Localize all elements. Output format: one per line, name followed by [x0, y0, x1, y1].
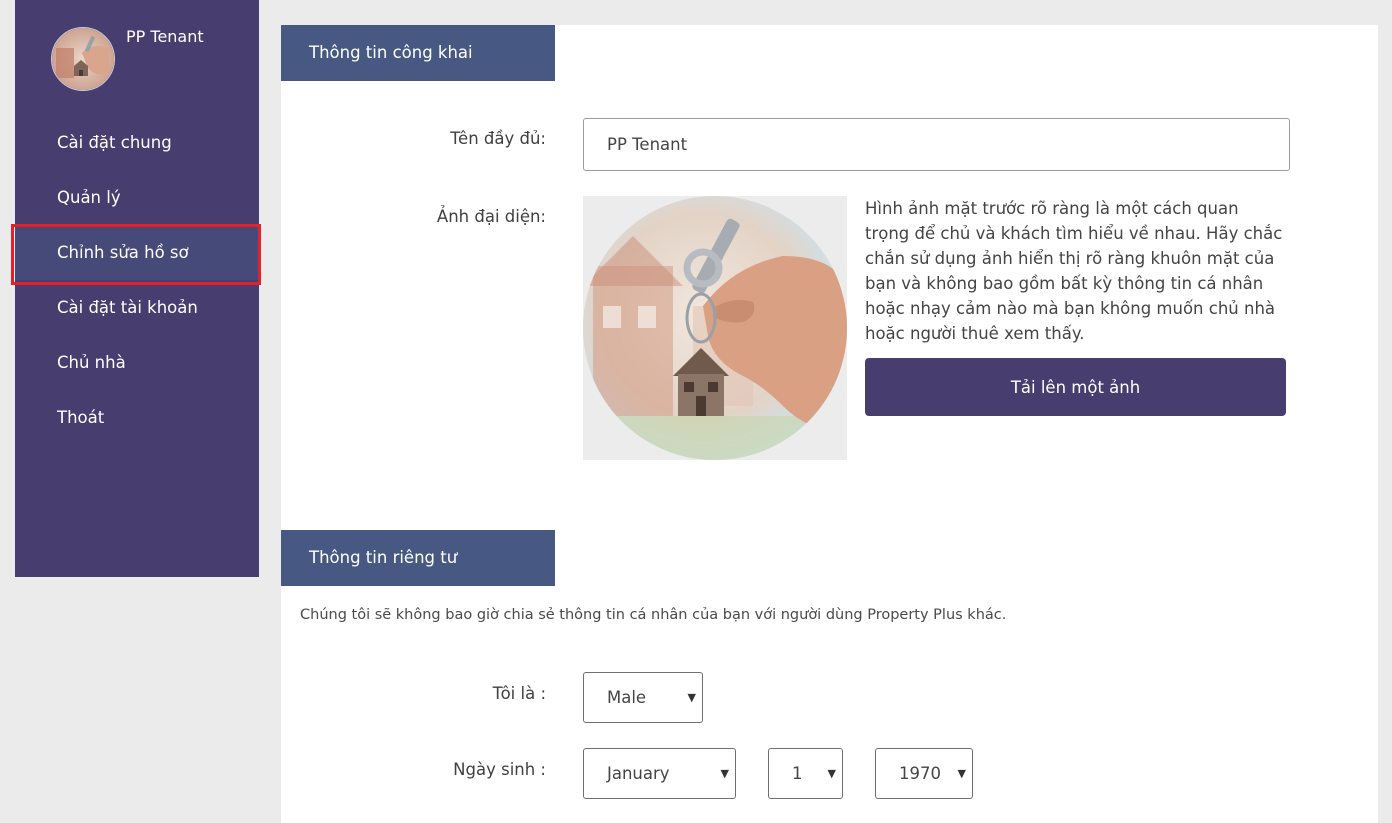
chevron-down-icon: ▼ [720, 767, 729, 780]
sidebar-item-logout[interactable]: Thoát [15, 390, 259, 445]
sidebar-item-edit-profile[interactable]: Chỉnh sửa hồ sơ [15, 225, 259, 280]
birth-day-select[interactable]: 1 ▼ [768, 748, 843, 799]
main-panel: Thông tin công khai Tên đầy đủ: Ảnh đại … [281, 25, 1378, 823]
sidebar: PP Tenant Cài đặt chung Quản lý Chỉnh sử… [15, 0, 259, 577]
avatar[interactable] [51, 27, 115, 91]
sidebar-item-general-settings[interactable]: Cài đặt chung [15, 115, 259, 170]
private-info-tab: Thông tin riêng tư [281, 530, 555, 586]
user-name: PP Tenant [126, 27, 204, 46]
sidebar-item-manage[interactable]: Quản lý [15, 170, 259, 225]
birth-month-select[interactable]: January ▼ [583, 748, 736, 799]
avatar-label: Ảnh đại diện: [436, 207, 546, 226]
chevron-down-icon: ▼ [957, 767, 966, 780]
privacy-note: Chúng tôi sẽ không bao giờ chia sẻ thông… [300, 607, 1007, 623]
sidebar-item-account-settings[interactable]: Cài đặt tài khoản [15, 280, 259, 335]
sidebar-nav: Cài đặt chung Quản lý Chỉnh sửa hồ sơ Cà… [15, 115, 259, 445]
gender-label: Tôi là : [492, 684, 546, 703]
house-key-photo [583, 196, 847, 460]
birth-day-value: 1 [792, 764, 803, 783]
upload-photo-button[interactable]: Tải lên một ảnh [865, 358, 1286, 416]
public-info-tab: Thông tin công khai [281, 25, 555, 81]
birth-year-value: 1970 [899, 764, 941, 783]
avatar-preview [583, 196, 847, 460]
full-name-input[interactable] [583, 118, 1290, 171]
avatar-description: Hình ảnh mặt trước rõ ràng là một cách q… [865, 199, 1283, 343]
sidebar-item-landlord[interactable]: Chủ nhà [15, 335, 259, 390]
house-key-avatar-image [52, 28, 114, 90]
chevron-down-icon: ▼ [687, 691, 696, 704]
gender-select-value: Male [607, 688, 647, 707]
gender-select[interactable]: Male ▼ [583, 672, 703, 723]
birth-month-value: January [607, 764, 670, 783]
birthday-label: Ngày sinh : [453, 760, 546, 779]
birth-year-select[interactable]: 1970 ▼ [875, 748, 973, 799]
full-name-label: Tên đầy đủ: [450, 129, 546, 148]
chevron-down-icon: ▼ [827, 767, 836, 780]
